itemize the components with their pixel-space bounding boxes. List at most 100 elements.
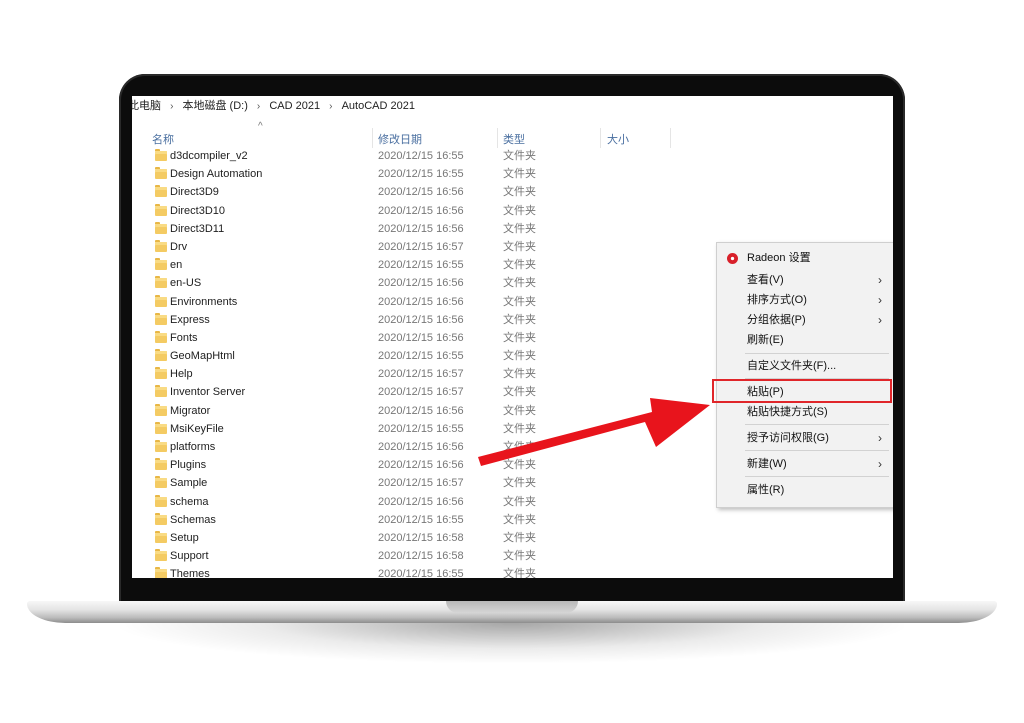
file-name: Inventor Server — [170, 386, 246, 399]
table-row[interactable]: Themes 2020/12/15 16:55 文件夹 — [132, 565, 712, 578]
breadcrumb-item-this-pc[interactable]: 此电脑 — [132, 96, 161, 116]
table-row[interactable]: Design Automation 2020/12/15 16:55 文件夹 — [132, 165, 712, 183]
column-divider[interactable] — [497, 128, 498, 148]
table-row[interactable]: Fonts 2020/12/15 16:56 文件夹 — [132, 329, 712, 347]
table-row[interactable]: Express 2020/12/15 16:56 文件夹 — [132, 311, 712, 329]
file-type: 文件夹 — [503, 459, 536, 472]
file-name: Themes — [170, 568, 210, 578]
file-name: en-US — [170, 277, 202, 290]
file-type: 文件夹 — [503, 186, 536, 199]
file-type: 文件夹 — [503, 331, 536, 344]
folder-icon — [155, 203, 167, 216]
file-list: d3dcompiler_v2 2020/12/15 16:55 文件夹 Design … — [132, 147, 712, 578]
breadcrumb-item-drive[interactable]: 本地磁盘 (D:) — [182, 96, 247, 116]
menu-separator — [745, 424, 889, 425]
column-header-name[interactable]: 名称 — [152, 131, 174, 147]
folder-icon — [155, 367, 167, 380]
chevron-right-icon: › — [256, 101, 261, 112]
column-divider[interactable] — [670, 128, 671, 148]
file-type: 文件夹 — [503, 531, 536, 544]
table-row[interactable]: Direct3D11 2020/12/15 16:56 文件夹 — [132, 220, 712, 238]
file-date: 2020/12/15 16:57 — [378, 386, 464, 399]
chevron-right-icon: › — [878, 431, 882, 445]
file-type: 文件夹 — [503, 513, 536, 526]
menu-item-customize[interactable]: 自定义文件夹(F)... — [717, 356, 893, 376]
file-type: 文件夹 — [503, 368, 536, 381]
file-date: 2020/12/15 16:56 — [378, 331, 464, 344]
folder-icon — [155, 276, 167, 289]
menu-separator — [745, 450, 889, 451]
file-type: 文件夹 — [503, 441, 536, 453]
breadcrumb-item-cad[interactable]: CAD 2021 — [269, 96, 320, 116]
table-row[interactable]: Direct3D10 2020/12/15 16:56 文件夹 — [132, 202, 712, 220]
file-type: 文件夹 — [503, 204, 536, 217]
menu-item-sort[interactable]: 排序方式(O) › — [717, 290, 893, 310]
column-divider[interactable] — [372, 128, 373, 148]
file-type: 文件夹 — [503, 313, 536, 326]
file-date: 2020/12/15 16:55 — [378, 168, 464, 181]
table-row[interactable]: Support 2020/12/15 16:58 文件夹 — [132, 547, 712, 565]
menu-item-group[interactable]: 分组依据(P) › — [717, 310, 893, 330]
table-row[interactable]: Direct3D9 2020/12/15 16:56 文件夹 — [132, 183, 712, 201]
menu-item-new[interactable]: 新建(W) › — [717, 454, 893, 474]
menu-item-properties[interactable]: 属性(R) — [717, 480, 893, 500]
file-type: 文件夹 — [503, 277, 536, 290]
table-row[interactable]: Drv 2020/12/15 16:57 文件夹 — [132, 238, 712, 256]
file-name: Environments — [170, 295, 238, 308]
table-row[interactable]: GeoMapHtml 2020/12/15 16:55 文件夹 — [132, 347, 712, 365]
table-row[interactable]: Plugins 2020/12/15 16:56 文件夹 — [132, 456, 712, 474]
breadcrumb-item-autocad[interactable]: AutoCAD 2021 — [342, 96, 415, 116]
file-date: 2020/12/15 16:58 — [378, 531, 464, 544]
table-row[interactable]: d3dcompiler_v2 2020/12/15 16:55 文件夹 — [132, 147, 712, 165]
file-date: 2020/12/15 16:56 — [378, 186, 464, 199]
folder-icon — [155, 167, 167, 180]
table-row[interactable]: en 2020/12/15 16:55 文件夹 — [132, 256, 712, 274]
column-header-size[interactable]: 大小 — [607, 131, 629, 147]
folder-icon — [155, 221, 167, 234]
file-date: 2020/12/15 16:55 — [378, 259, 464, 272]
column-headers: ^ 名称 修改日期 类型 大小 — [132, 121, 893, 148]
table-row[interactable]: Environments 2020/12/15 16:56 文件夹 — [132, 293, 712, 311]
folder-icon — [155, 385, 167, 398]
file-date: 2020/12/15 16:56 — [378, 441, 464, 453]
table-row[interactable]: schema 2020/12/15 16:56 文件夹 — [132, 493, 712, 511]
menu-item-grant-access[interactable]: 授予访问权限(G) › — [717, 428, 893, 448]
file-type: 文件夹 — [503, 477, 536, 490]
table-row[interactable]: Help 2020/12/15 16:57 文件夹 — [132, 365, 712, 383]
column-header-type[interactable]: 类型 — [503, 131, 525, 147]
file-date: 2020/12/15 16:57 — [378, 240, 464, 253]
folder-icon — [155, 312, 167, 325]
file-date: 2020/12/15 16:55 — [378, 350, 464, 363]
table-row[interactable]: Migrator 2020/12/15 16:56 文件夹 — [132, 402, 712, 420]
table-row[interactable]: Setup 2020/12/15 16:58 文件夹 — [132, 529, 712, 547]
paste-highlight-box — [712, 379, 892, 403]
folder-icon — [155, 330, 167, 343]
table-row[interactable]: Schemas 2020/12/15 16:55 文件夹 — [132, 511, 712, 529]
table-row[interactable]: Inventor Server 2020/12/15 16:57 文件夹 — [132, 383, 712, 401]
table-row[interactable]: platforms 2020/12/15 16:56 文件夹 — [132, 438, 712, 456]
file-name: MsiKeyFile — [170, 422, 224, 435]
menu-item-radeon[interactable]: Radeon 设置 — [717, 248, 893, 268]
laptop-shadow — [120, 623, 904, 663]
file-type: 文件夹 — [503, 404, 536, 417]
folder-icon — [155, 530, 167, 543]
menu-item-refresh[interactable]: 刷新(E) — [717, 330, 893, 350]
file-date: 2020/12/15 16:56 — [378, 404, 464, 417]
file-type: 文件夹 — [503, 259, 536, 272]
table-row[interactable]: MsiKeyFile 2020/12/15 16:55 文件夹 — [132, 420, 712, 438]
file-name: Sample — [170, 477, 208, 490]
table-row[interactable]: Sample 2020/12/15 16:57 文件夹 — [132, 474, 712, 492]
chevron-right-icon: › — [878, 457, 882, 471]
file-date: 2020/12/15 16:58 — [378, 550, 464, 563]
file-type: 文件夹 — [503, 150, 536, 162]
column-header-date[interactable]: 修改日期 — [378, 131, 422, 147]
file-date: 2020/12/15 16:55 — [378, 513, 464, 526]
file-name: Direct3D10 — [170, 204, 226, 217]
column-divider[interactable] — [600, 128, 601, 148]
folder-icon — [155, 239, 167, 252]
table-row[interactable]: en-US 2020/12/15 16:56 文件夹 — [132, 274, 712, 292]
folder-icon — [155, 440, 167, 452]
menu-item-view[interactable]: 查看(V) › — [717, 270, 893, 290]
file-date: 2020/12/15 16:55 — [378, 568, 464, 578]
menu-item-paste-shortcut[interactable]: 粘贴快捷方式(S) — [717, 402, 893, 422]
